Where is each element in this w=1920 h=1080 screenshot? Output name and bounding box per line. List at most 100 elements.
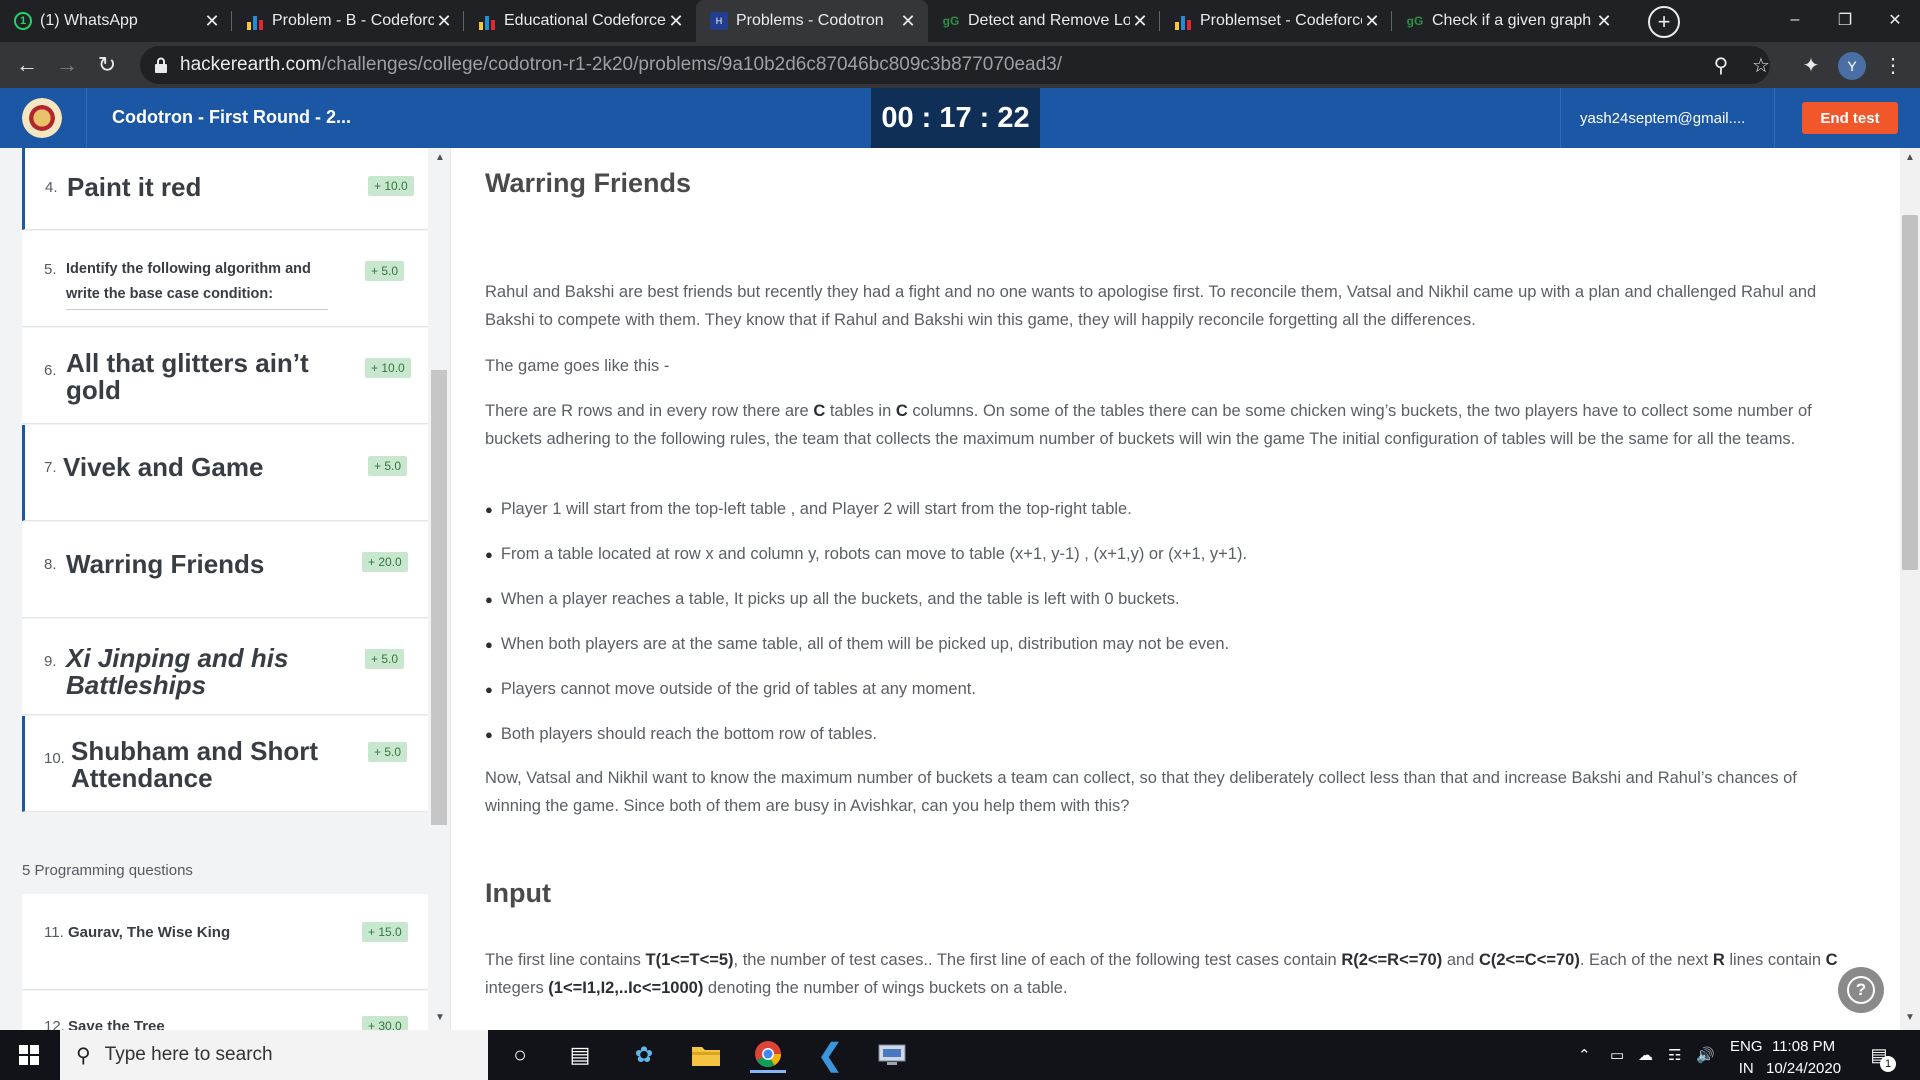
- question-card-5[interactable]: 5. Identify the following algorithm and …: [22, 231, 428, 327]
- volume-icon[interactable]: 🔊: [1696, 1030, 1715, 1080]
- minimize-window-button[interactable]: –: [1770, 0, 1820, 40]
- tab-title: Problem - B - Codeforces: [272, 12, 434, 29]
- page-scrollbar-thumb[interactable]: [1902, 215, 1918, 570]
- question-number: 9.: [44, 653, 57, 670]
- problem-intro: Rahul and Bakshi are best friends but re…: [485, 283, 1817, 329]
- rule-bullet: Player 1 will start from the top-left ta…: [485, 500, 1132, 519]
- question-title: Shubham and Short Attendance: [71, 736, 318, 793]
- restore-window-button[interactable]: ❐: [1820, 0, 1870, 40]
- browser-tab-detect-remove-loop[interactable]: gG Detect and Remove Loop ✕: [928, 0, 1160, 42]
- tab-title: Detect and Remove Loop: [968, 12, 1130, 29]
- tab-close-icon[interactable]: ✕: [1362, 11, 1382, 32]
- browser-menu-icon[interactable]: ⋮: [1876, 48, 1910, 82]
- browser-tab-problemset-codeforces[interactable]: Problemset - Codeforces ✕: [1160, 0, 1392, 42]
- windows-logo-icon: [19, 1045, 39, 1065]
- question-title: All that glitters ain’t gold: [66, 348, 309, 405]
- tab-title: Problemset - Codeforces: [1200, 12, 1362, 29]
- question-number: 4.: [45, 179, 58, 196]
- question-number: 7.: [44, 459, 57, 476]
- file-explorer-icon[interactable]: [688, 1037, 724, 1073]
- forward-arrow-icon[interactable]: →: [50, 48, 84, 82]
- new-tab-button[interactable]: +: [1648, 6, 1680, 38]
- score-badge: + 5.0: [368, 742, 408, 762]
- page-scroll-up-arrow-icon[interactable]: ▲: [1903, 152, 1917, 163]
- snipping-tool-icon[interactable]: [874, 1037, 910, 1073]
- tab-close-icon[interactable]: ✕: [1594, 11, 1614, 32]
- browser-tab-codotron-active[interactable]: H Problems - Codotron ✕: [696, 0, 928, 42]
- tab-close-icon[interactable]: ✕: [1130, 11, 1150, 32]
- contest-header: Codotron - First Round - 2... 00 : 17 : …: [0, 88, 1920, 148]
- browser-tab-strip: 1 (1) WhatsApp ✕ Problem - B - Codeforce…: [0, 0, 1920, 42]
- tab-close-icon[interactable]: ✕: [202, 11, 222, 32]
- problem-statement-panel: Warring Friends Rahul and Bakshi are bes…: [450, 148, 1900, 1030]
- question-card-9[interactable]: 9. Xi Jinping and his Battleships + 5.0: [22, 619, 428, 715]
- windows-start-button[interactable]: [0, 1030, 58, 1080]
- question-number: 12.: [44, 1018, 65, 1030]
- browser-tab-codeforces-problem-b[interactable]: Problem - B - Codeforces ✕: [232, 0, 464, 42]
- battery-icon[interactable]: ▭: [1610, 1030, 1624, 1080]
- clock-time: 11:08 PM: [1771, 1038, 1836, 1055]
- codeforces-icon: [1174, 12, 1192, 30]
- sidebar-scrollbar-thumb[interactable]: [431, 370, 447, 825]
- browser-tab-whatsapp[interactable]: 1 (1) WhatsApp ✕: [0, 0, 232, 42]
- question-card-6[interactable]: 6. All that glitters ain’t gold + 10.0: [22, 328, 428, 424]
- question-number: 5.: [44, 261, 57, 278]
- input-language-indicator[interactable]: ENG IN: [1730, 1036, 1763, 1080]
- page-scroll-down-arrow-icon[interactable]: ▼: [1903, 1012, 1917, 1023]
- question-card-4[interactable]: 4. Paint it red + 10.0: [22, 148, 428, 230]
- profile-avatar[interactable]: Y: [1838, 52, 1866, 80]
- paint-3d-icon[interactable]: ✿: [626, 1037, 662, 1073]
- user-email[interactable]: yash24septem@gmail....: [1580, 110, 1745, 127]
- notification-count-badge: 1: [1880, 1056, 1896, 1072]
- score-badge: + 15.0: [362, 922, 408, 942]
- question-card-7[interactable]: 7. Vivek and Game + 5.0: [22, 425, 428, 521]
- contest-title[interactable]: Codotron - First Round - 2...: [112, 107, 351, 128]
- question-number: 11.: [44, 924, 64, 941]
- tab-title: Educational Codeforces: [504, 12, 666, 29]
- question-card-11[interactable]: 11. Gaurav, The Wise King + 15.0: [22, 894, 428, 990]
- geeksforgeeks-icon: gG: [942, 14, 960, 28]
- onedrive-cloud-icon[interactable]: ☁: [1638, 1030, 1653, 1080]
- vscode-icon[interactable]: ❮: [812, 1037, 848, 1073]
- browser-tab-educational-codeforces[interactable]: Educational Codeforces ✕: [464, 0, 696, 42]
- end-test-button[interactable]: End test: [1802, 102, 1898, 134]
- rules-paragraph: There are R rows and in every row there …: [485, 402, 1812, 448]
- question-title: Save the Tree: [68, 1018, 165, 1030]
- tab-close-icon[interactable]: ✕: [434, 11, 454, 32]
- windows-taskbar: ⚲ Type here to search ○ ▤ ✿ ❮ ⌃ ▭ ☁ ☶ 🔊 …: [0, 1030, 1920, 1080]
- codeforces-icon: [246, 12, 264, 30]
- help-button[interactable]: ?: [1838, 967, 1884, 1013]
- bookmark-star-icon[interactable]: ☆: [1744, 48, 1778, 82]
- codeforces-icon: [478, 12, 496, 30]
- cortana-circle-icon[interactable]: ○: [502, 1037, 538, 1073]
- tab-title: Problems - Codotron: [736, 12, 884, 29]
- chrome-icon[interactable]: [750, 1037, 786, 1073]
- system-clock[interactable]: 11:08 PM 10/24/2020: [1766, 1036, 1841, 1080]
- scroll-up-arrow-icon[interactable]: ▲: [433, 152, 447, 163]
- score-badge: + 20.0: [362, 552, 408, 572]
- task-view-icon[interactable]: ▤: [562, 1037, 598, 1073]
- extensions-puzzle-icon[interactable]: ✦: [1794, 48, 1828, 82]
- taskbar-search-box[interactable]: ⚲ Type here to search: [60, 1030, 488, 1080]
- zoom-icon[interactable]: ⚲: [1704, 48, 1738, 82]
- question-card-12[interactable]: 12. Save the Tree + 30.0: [22, 991, 428, 1030]
- tab-close-icon[interactable]: ✕: [666, 11, 686, 32]
- college-logo-icon: [22, 98, 62, 138]
- score-badge: + 10.0: [365, 358, 411, 378]
- taskbar-search-placeholder: Type here to search: [104, 1044, 273, 1065]
- tab-close-icon[interactable]: ✕: [898, 11, 918, 32]
- question-card-8[interactable]: 8. Warring Friends + 20.0: [22, 522, 428, 618]
- show-hidden-icons-chevron-icon[interactable]: ⌃: [1578, 1030, 1591, 1080]
- reload-icon[interactable]: ↻: [90, 48, 124, 82]
- question-card-10[interactable]: 10. Shubham and Short Attendance + 5.0: [22, 716, 428, 812]
- close-window-button[interactable]: ✕: [1870, 0, 1920, 40]
- address-bar[interactable]: hackerearth.com/challenges/college/codot…: [140, 46, 1770, 84]
- back-arrow-icon[interactable]: ←: [10, 48, 44, 82]
- browser-tab-check-graph[interactable]: gG Check if a given graph ✕: [1392, 0, 1624, 42]
- question-number: 8.: [44, 556, 57, 573]
- scroll-down-arrow-icon[interactable]: ▼: [433, 1012, 447, 1023]
- rule-bullet: Both players should reach the bottom row…: [485, 725, 877, 744]
- help-question-icon: ?: [1847, 976, 1875, 1004]
- search-icon: ⚲: [76, 1044, 91, 1067]
- wifi-icon[interactable]: ☶: [1668, 1030, 1681, 1080]
